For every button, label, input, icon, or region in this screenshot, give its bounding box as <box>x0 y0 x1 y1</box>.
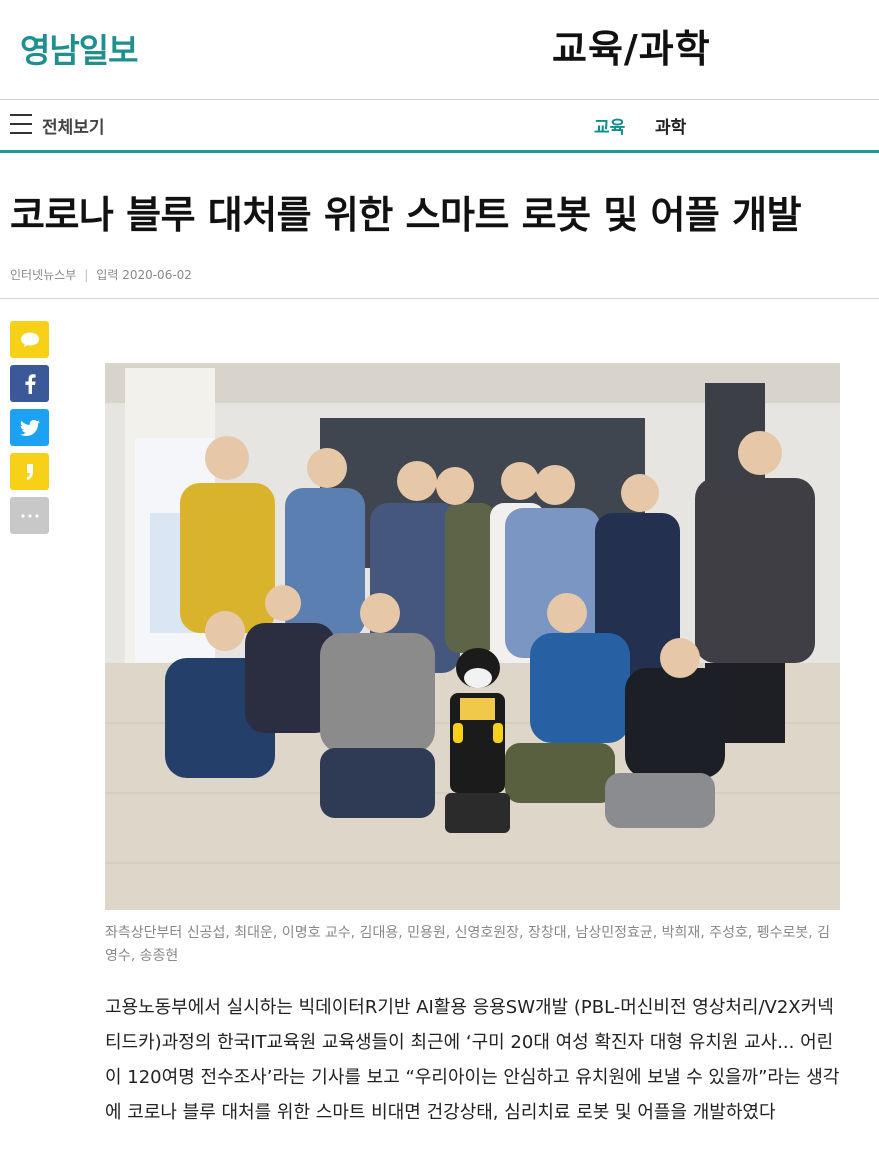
share-kakaostory-button[interactable] <box>10 453 49 490</box>
nav-tab-education[interactable]: 교육 <box>594 113 625 138</box>
article-body: 고용노동부에서 실시하는 빅데이터R기반 AI활용 응용SW개발 (PBL-머신… <box>105 997 840 1123</box>
header-divider <box>0 99 879 100</box>
hamburger-menu-icon[interactable] <box>10 114 32 134</box>
twitter-icon <box>19 419 40 436</box>
byline-divider <box>0 298 879 299</box>
facebook-icon <box>25 373 36 394</box>
article-headline: 코로나 블루 대처를 위한 스마트 로봇 및 어플 개발 <box>10 193 802 237</box>
group-photo-illustration <box>105 363 840 910</box>
share-more-button[interactable] <box>10 497 49 534</box>
section-title: 교육/과학 <box>552 27 711 71</box>
menu-all-button[interactable]: 전체보기 <box>42 113 105 138</box>
photo-caption: 좌측상단부터 신공섭, 최대운, 이명호 교수, 김대용, 민용원, 신영호원장… <box>105 925 831 964</box>
byline-date: 입력 2020-06-02 <box>96 268 192 282</box>
kakaostory-icon <box>26 463 33 480</box>
byline-author: 인터넷뉴스부 <box>10 268 77 282</box>
byline-separator: | <box>84 268 89 282</box>
nav-tab-science[interactable]: 과학 <box>655 113 686 138</box>
share-facebook-button[interactable] <box>10 365 49 402</box>
share-comment-button[interactable] <box>10 321 49 358</box>
article-byline: 인터넷뉴스부 | 입력 2020-06-02 <box>10 266 192 283</box>
speech-bubble-icon <box>20 332 39 347</box>
site-logo[interactable]: 영남일보 <box>20 24 138 72</box>
nav-divider <box>0 150 879 153</box>
article-photo <box>105 363 840 910</box>
share-twitter-button[interactable] <box>10 409 49 446</box>
more-icon <box>20 513 39 518</box>
